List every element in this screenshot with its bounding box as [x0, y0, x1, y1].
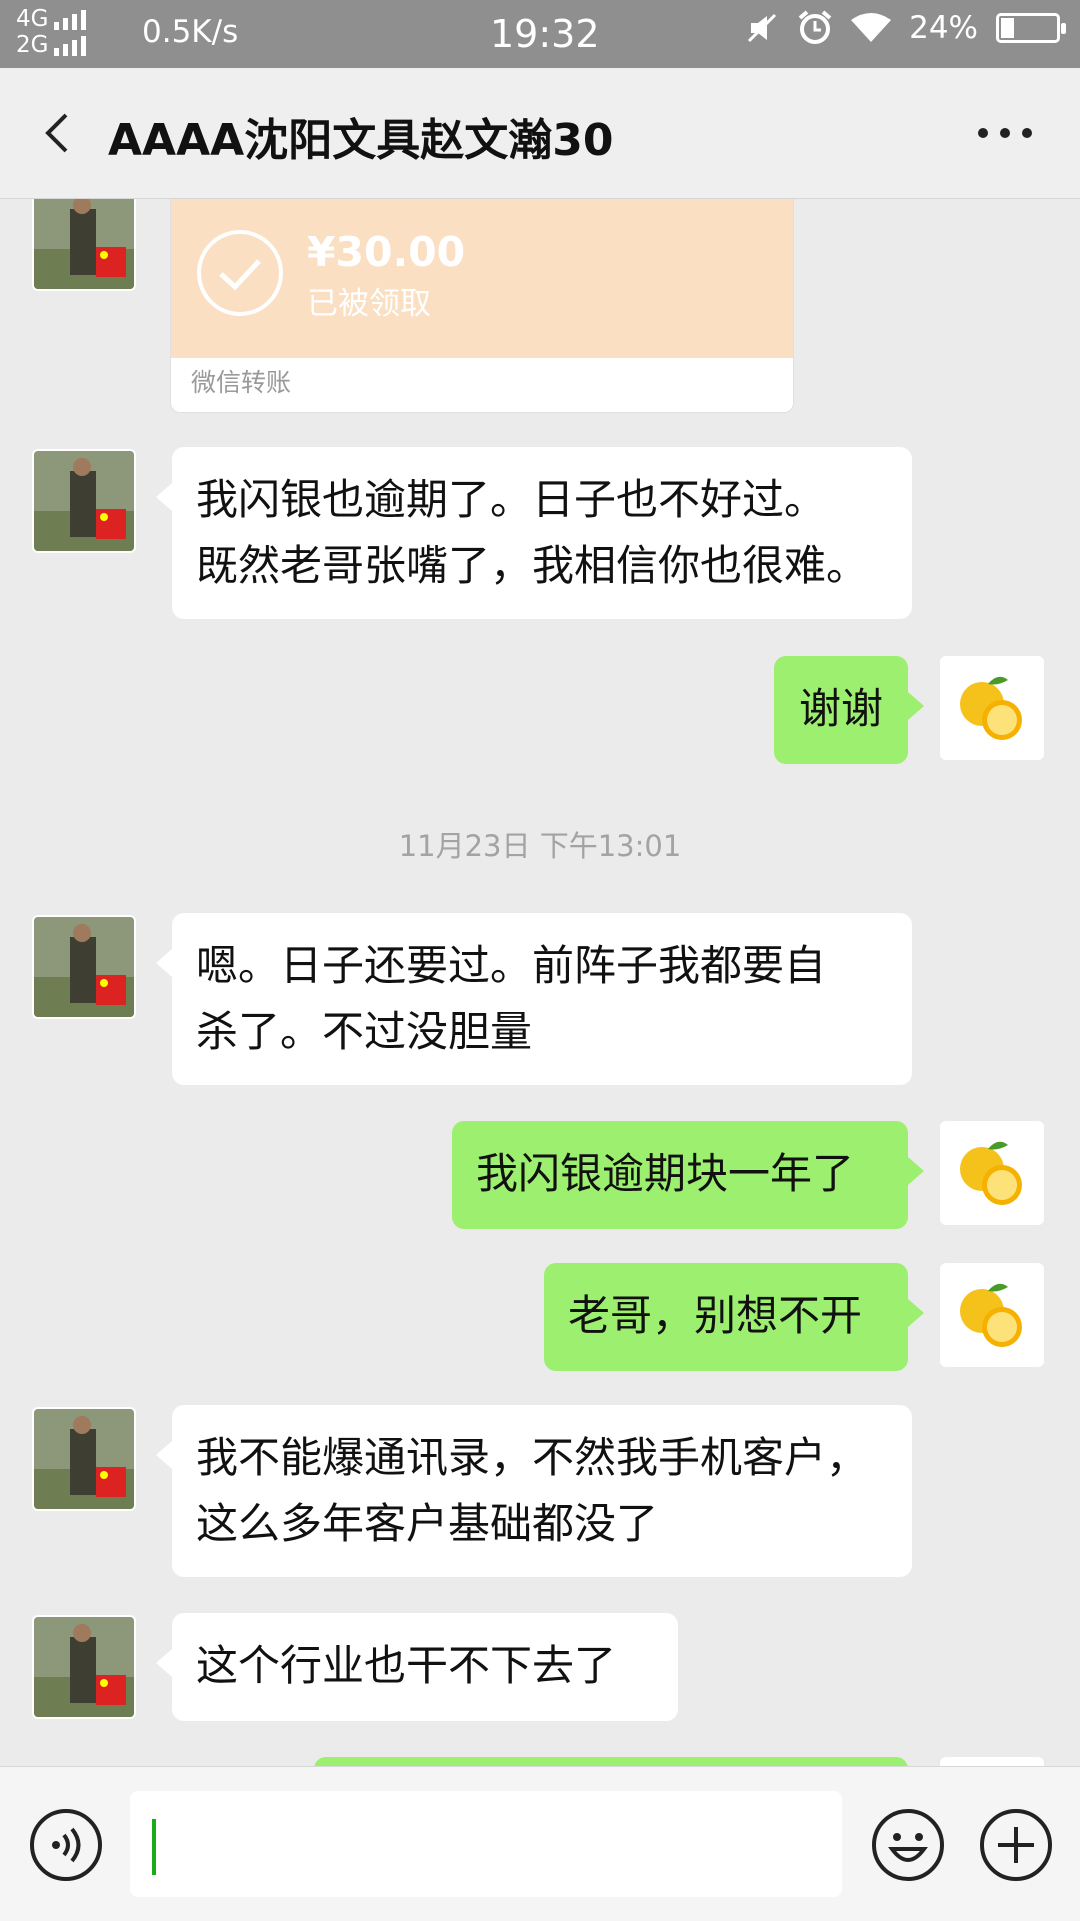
message-text: 谢谢	[798, 684, 883, 733]
message-text: 我闪银也逾期了。日子也不好过。	[196, 475, 827, 524]
network-4g-label: 4G	[16, 6, 49, 32]
network-2g-label: 2G	[16, 32, 49, 58]
message-text: 老哥，别想不开	[568, 1291, 863, 1340]
transfer-footer: 微信转账	[191, 368, 292, 397]
transfer-card[interactable]: ¥30.00 已被领取 微信转账	[170, 199, 794, 413]
alarm-icon	[798, 10, 832, 44]
message-bubble-incoming[interactable]: 嗯。日子还要过。前阵子我都要自 杀了。不过没胆量	[156, 913, 912, 1085]
message-text: 既然老哥张嘴了，我相信你也很难。	[196, 541, 869, 590]
message-timestamp: 11月23日 下午13:01	[398, 829, 682, 863]
network-indicator: 4G 2G	[16, 6, 87, 58]
message-text: 这么多年客户基础都没了	[196, 1499, 659, 1548]
battery-icon	[996, 13, 1066, 43]
message-text: 这个行业也干不下去了	[196, 1641, 617, 1690]
my-avatar[interactable]	[940, 1121, 1044, 1225]
transfer-amount: ¥30.00	[307, 228, 466, 276]
text-caret	[152, 1819, 156, 1875]
message-text: 我不能爆通讯录，不然我手机客户，	[196, 1433, 869, 1482]
message-bubble-incoming[interactable]: 这个行业也干不下去了	[156, 1613, 678, 1721]
emoji-icon[interactable]	[870, 1807, 946, 1883]
my-avatar[interactable]	[940, 656, 1044, 760]
plus-icon[interactable]	[978, 1807, 1054, 1883]
wifi-icon	[851, 13, 892, 42]
chat-title: AAAA沈阳文具赵文瀚30	[108, 115, 614, 166]
contact-avatar[interactable]	[32, 199, 136, 291]
chat-header: AAAA沈阳文具赵文瀚30	[0, 68, 1080, 199]
message-text: 杀了。不过没胆量	[196, 1007, 533, 1056]
contact-avatar[interactable]	[32, 449, 136, 553]
message-text: 嗯。日子还要过。前阵子我都要自	[196, 941, 827, 990]
contact-avatar[interactable]	[32, 915, 136, 1019]
my-avatar[interactable]	[940, 1263, 1044, 1367]
more-icon[interactable]	[970, 108, 1040, 158]
my-avatar[interactable]	[940, 1757, 1044, 1766]
message-bubble-outgoing[interactable]: 我闪银逾期块一年了	[452, 1121, 924, 1229]
mute-icon	[748, 13, 777, 43]
message-bubble-outgoing[interactable]	[314, 1757, 908, 1766]
signal-2g-icon	[54, 34, 87, 56]
contact-avatar[interactable]	[32, 1407, 136, 1511]
message-text: 我闪银逾期块一年了	[476, 1149, 855, 1198]
battery-percent: 24%	[909, 10, 978, 46]
clock: 19:32	[490, 12, 600, 56]
message-bubble-incoming[interactable]: 我闪银也逾期了。日子也不好过。 既然老哥张嘴了，我相信你也很难。	[156, 447, 912, 619]
message-bubble-outgoing[interactable]: 老哥，别想不开	[544, 1263, 924, 1371]
check-circle-icon	[197, 230, 283, 316]
message-bubble-incoming[interactable]: 我不能爆通讯录，不然我手机客户， 这么多年客户基础都没了	[156, 1405, 912, 1577]
input-bar	[0, 1766, 1080, 1921]
transfer-status: 已被领取	[307, 286, 431, 322]
network-speed: 0.5K/s	[142, 14, 239, 50]
voice-icon[interactable]	[28, 1807, 104, 1883]
message-input[interactable]	[130, 1791, 842, 1897]
status-bar: 4G 2G 0.5K/s 19:32 24%	[0, 0, 1080, 68]
chevron-left-icon[interactable]	[30, 103, 90, 163]
contact-avatar[interactable]	[32, 1615, 136, 1719]
chat-messages[interactable]: ¥30.00 已被领取 微信转账 我闪银也逾期了。日子也不好过。 既然老哥张嘴了…	[0, 199, 1080, 1766]
signal-4g-icon	[54, 8, 87, 30]
message-bubble-outgoing[interactable]: 谢谢	[774, 656, 924, 764]
